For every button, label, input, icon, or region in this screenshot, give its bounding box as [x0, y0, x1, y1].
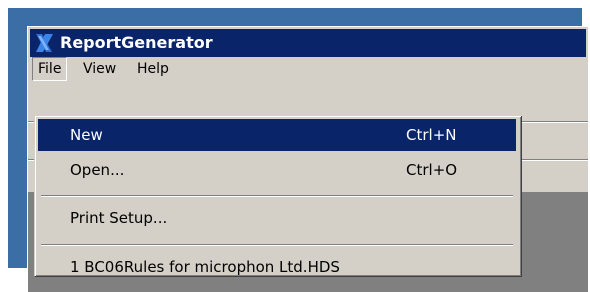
menu-file-label: File — [38, 61, 62, 77]
window-title: ReportGenerator — [60, 33, 213, 52]
menu-item-recent-file-label: 1 BC06Rules for microphon Ltd.HDS — [70, 258, 340, 276]
menu-separator — [41, 244, 513, 246]
menu-separator — [41, 195, 513, 197]
menu-item-recent-file[interactable]: 1 BC06Rules for microphon Ltd.HDS — [38, 252, 516, 284]
menu-item-open-shortcut: Ctrl+O — [406, 161, 458, 179]
menu-item-print-setup-label: Print Setup... — [70, 209, 168, 227]
menu-bar: File View Help — [30, 57, 586, 83]
menu-item-print-setup[interactable]: Print Setup... — [38, 202, 516, 234]
menu-help[interactable]: Help — [132, 57, 174, 81]
title-bar[interactable]: ReportGenerator — [30, 29, 586, 57]
menu-item-new-shortcut: Ctrl+N — [406, 126, 457, 144]
menu-item-new-label: New — [70, 126, 103, 144]
menu-item-open[interactable]: Open... Ctrl+O — [38, 154, 516, 186]
menu-view-label: View — [83, 61, 117, 77]
menu-file[interactable]: File — [32, 57, 68, 81]
menu-help-label: Help — [137, 61, 169, 77]
menu-item-open-label: Open... — [70, 161, 125, 179]
menu-item-new[interactable]: New Ctrl+N — [38, 119, 516, 151]
app-logo-icon — [33, 32, 55, 54]
menu-view[interactable]: View — [78, 57, 121, 81]
file-menu-dropdown: New Ctrl+N Open... Ctrl+O Print Setup...… — [34, 115, 521, 276]
